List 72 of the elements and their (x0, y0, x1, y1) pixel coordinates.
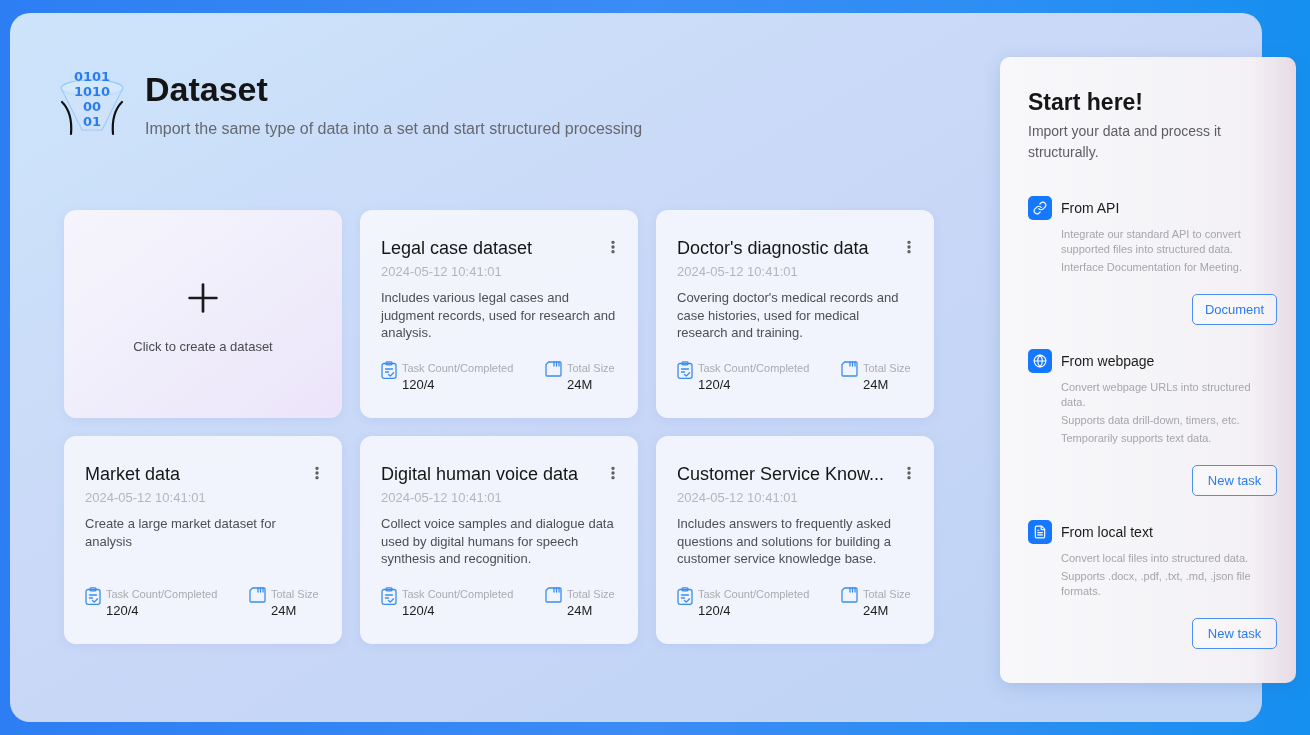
clipboard-check-icon (677, 361, 693, 379)
clipboard-check-icon (381, 587, 397, 605)
dataset-date: 2024-05-12 10:41:01 (677, 489, 799, 507)
dataset-card[interactable]: Customer Service Know... 2024-05-12 10:41:01 Includes answers to frequently asked questions and solutions for building a customer service knowledge base. Task Count/Completed 120/4 Total Size 24M (656, 436, 934, 644)
dataset-description: Includes various legal cases and judgment records, used for research and analysis. (381, 289, 616, 342)
memory-card-icon (545, 361, 562, 377)
dataset-date: 2024-05-12 10:41:01 (381, 489, 503, 507)
stat-label: Task Count/Completed (106, 587, 218, 602)
stat-value: 120/4 (106, 602, 140, 620)
globe-icon (1028, 349, 1052, 373)
stat-value: 24M (567, 376, 594, 394)
source-title: From API (1061, 199, 1120, 218)
source-note: Interface Documentation for Meeting. (1061, 260, 1243, 275)
stat-value: 24M (863, 376, 890, 394)
clipboard-check-icon (381, 361, 397, 379)
source-note: Supports data drill-down, timers, etc. (1061, 413, 1241, 428)
document-icon (1028, 520, 1052, 544)
stat-value: 120/4 (402, 376, 436, 394)
dataset-description: Create a large market dataset for analysis (85, 515, 277, 550)
stat-value: 120/4 (402, 602, 436, 620)
source-note: Integrate our standard API to convert supported files into structured data. (1061, 227, 1242, 257)
link-icon (1028, 196, 1052, 220)
stat-label: Total Size (863, 361, 911, 376)
memory-card-icon (841, 587, 858, 603)
stat-value: 120/4 (698, 602, 732, 620)
panel-subtitle: Import your data and process it structurally. (1028, 122, 1222, 162)
dataset-title: Digital human voice data (381, 463, 579, 486)
dataset-description: Collect voice samples and dialogue data used by digital humans for speech synthesis and recognition. (381, 515, 615, 568)
page-title: Dataset (145, 69, 269, 110)
dataset-card[interactable]: Legal case dataset 2024-05-12 10:41:01 Includes various legal cases and judgment records, used for research and analysis. Task Count/Completed 120/4 Total Size 24M (360, 210, 638, 418)
dataset-title: Market data (85, 463, 181, 486)
dataset-description: Covering doctor's medical records and case histories, used for medical research and training. (677, 289, 900, 342)
page-subtitle: Import the same type of data into a set and start structured processing (145, 119, 643, 139)
source-note: Temporarily supports text data. (1061, 431, 1213, 446)
stat-value: 24M (271, 602, 298, 620)
source-note: Supports .docx, .pdf, .txt, .md, .json file formats. (1061, 569, 1252, 599)
stat-label: Total Size (567, 361, 615, 376)
dataset-card[interactable]: Market data 2024-05-12 10:41:01 Create a large market dataset for analysis Task Count/Completed 120/4 Total Size 24M (64, 436, 342, 644)
create-dataset-card[interactable]: Click to create a dataset (64, 210, 342, 418)
memory-card-icon (545, 587, 562, 603)
stat-label: Total Size (271, 587, 319, 602)
dataset-title: Legal case dataset (381, 237, 533, 260)
stat-value: 120/4 (698, 376, 732, 394)
clipboard-check-icon (85, 587, 101, 605)
binary-funnel-logo: 0101 1010 00 01 (58, 68, 126, 136)
stat-value: 24M (863, 602, 890, 620)
source-action-button[interactable]: New task (1192, 618, 1277, 649)
dataset-description: Includes answers to frequently asked questions and solutions for building a customer service knowledge base. (677, 515, 892, 568)
dataset-date: 2024-05-12 10:41:01 (381, 263, 503, 281)
dataset-card[interactable]: Doctor's diagnostic data 2024-05-12 10:41:01 Covering doctor's medical records and case histories, used for medical research and training. Task Count/Completed 120/4 Total Size 24M (656, 210, 934, 418)
stat-label: Task Count/Completed (402, 361, 514, 376)
memory-card-icon (841, 361, 858, 377)
source-title: From local text (1061, 523, 1153, 542)
stat-label: Total Size (863, 587, 911, 602)
source-note: Convert local files into structured data. (1061, 551, 1250, 566)
memory-card-icon (249, 587, 266, 603)
dataset-card[interactable]: Digital human voice data 2024-05-12 10:41:01 Collect voice samples and dialogue data used by digital humans for speech synthesis and recognition. Task Count/Completed 120/4 Total Size 24M (360, 436, 638, 644)
stat-label: Task Count/Completed (402, 587, 514, 602)
source-action-button[interactable]: New task (1192, 465, 1277, 496)
stat-label: Task Count/Completed (698, 361, 810, 376)
panel-title: Start here! (1028, 88, 1145, 117)
source-title: From webpage (1061, 352, 1155, 371)
dataset-title: Doctor's diagnostic data (677, 237, 869, 260)
dataset-title: Customer Service Know... (677, 463, 885, 486)
dataset-date: 2024-05-12 10:41:01 (677, 263, 799, 281)
stat-label: Total Size (567, 587, 615, 602)
clipboard-check-icon (677, 587, 693, 605)
source-action-button[interactable]: Document (1192, 294, 1277, 325)
stat-label: Task Count/Completed (698, 587, 810, 602)
source-note: Convert webpage URLs into structured data. (1061, 380, 1252, 410)
stat-value: 24M (567, 602, 594, 620)
dataset-date: 2024-05-12 10:41:01 (85, 489, 207, 507)
